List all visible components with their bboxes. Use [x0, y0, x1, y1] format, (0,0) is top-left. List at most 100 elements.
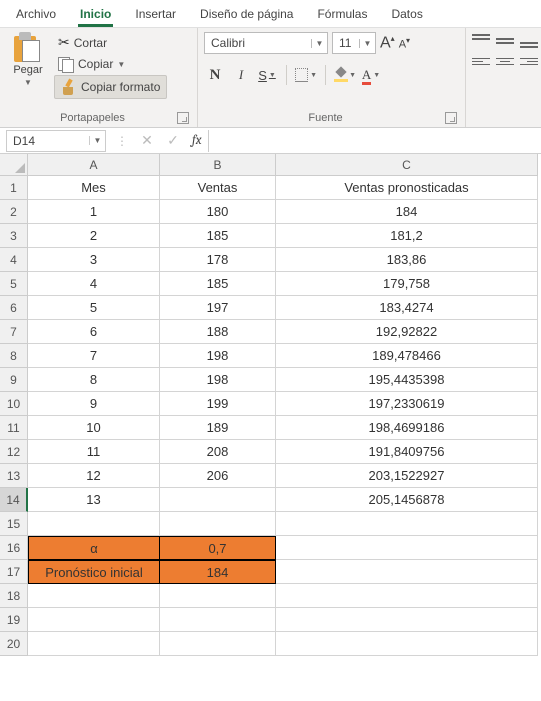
- accept-formula-button[interactable]: ✓: [160, 132, 186, 149]
- row-header[interactable]: 14: [0, 488, 28, 512]
- row-header[interactable]: 11: [0, 416, 28, 440]
- cell[interactable]: 198: [160, 368, 276, 392]
- menu-diseno-pagina[interactable]: Diseño de página: [188, 2, 305, 26]
- cell[interactable]: 183,4274: [276, 296, 538, 320]
- cell[interactable]: 5: [28, 296, 160, 320]
- menu-datos[interactable]: Datos: [379, 2, 428, 26]
- cell[interactable]: 181,2: [276, 224, 538, 248]
- cell[interactable]: 185: [160, 272, 276, 296]
- cell[interactable]: Pronóstico inicial: [28, 560, 160, 584]
- row-header[interactable]: 5: [0, 272, 28, 296]
- align-top-button[interactable]: [472, 34, 490, 48]
- align-right-button[interactable]: [520, 54, 538, 68]
- cell[interactable]: 184: [160, 560, 276, 584]
- cell[interactable]: [160, 488, 276, 512]
- row-header[interactable]: 4: [0, 248, 28, 272]
- cell[interactable]: 9: [28, 392, 160, 416]
- align-bottom-button[interactable]: [520, 34, 538, 48]
- cell[interactable]: [276, 632, 538, 656]
- cell[interactable]: [276, 608, 538, 632]
- row-header[interactable]: 3: [0, 224, 28, 248]
- clipboard-launcher[interactable]: [177, 112, 189, 124]
- font-color-button[interactable]: A▼: [360, 64, 382, 86]
- font-name-select[interactable]: Calibri ▼: [204, 32, 328, 54]
- cell[interactable]: 1: [28, 200, 160, 224]
- align-left-button[interactable]: [472, 54, 490, 68]
- col-header-A[interactable]: A: [28, 154, 160, 176]
- border-button[interactable]: ▼: [295, 64, 317, 86]
- cell[interactable]: 178: [160, 248, 276, 272]
- row-header[interactable]: 13: [0, 464, 28, 488]
- menu-archivo[interactable]: Archivo: [4, 2, 68, 26]
- cell[interactable]: [160, 584, 276, 608]
- cell[interactable]: 208: [160, 440, 276, 464]
- select-all-corner[interactable]: [0, 154, 28, 176]
- cut-button[interactable]: ✂ Cortar: [54, 32, 167, 53]
- cell[interactable]: 10: [28, 416, 160, 440]
- bold-button[interactable]: N: [204, 64, 226, 86]
- col-header-B[interactable]: B: [160, 154, 276, 176]
- paste-button[interactable]: Pegar ▼: [6, 32, 50, 109]
- cell[interactable]: 197: [160, 296, 276, 320]
- cell[interactable]: Ventas: [160, 176, 276, 200]
- cell[interactable]: [160, 632, 276, 656]
- row-header[interactable]: 12: [0, 440, 28, 464]
- row-header[interactable]: 7: [0, 320, 28, 344]
- row-header[interactable]: 10: [0, 392, 28, 416]
- align-center-button[interactable]: [496, 54, 514, 68]
- cell[interactable]: [276, 584, 538, 608]
- menu-inicio[interactable]: Inicio: [68, 2, 123, 26]
- row-header[interactable]: 18: [0, 584, 28, 608]
- cell[interactable]: 6: [28, 320, 160, 344]
- cell[interactable]: [276, 560, 538, 584]
- align-middle-button[interactable]: [496, 34, 514, 48]
- copy-dropdown[interactable]: ▼: [117, 60, 125, 69]
- cell[interactable]: 8: [28, 368, 160, 392]
- cell[interactable]: [160, 608, 276, 632]
- font-size-caret[interactable]: ▼: [359, 39, 375, 48]
- row-header[interactable]: 9: [0, 368, 28, 392]
- cell[interactable]: [28, 608, 160, 632]
- copy-button[interactable]: Copiar ▼: [54, 55, 167, 73]
- cell[interactable]: [276, 536, 538, 560]
- decrease-font-button[interactable]: A▾: [399, 36, 410, 51]
- cell[interactable]: 203,1522927: [276, 464, 538, 488]
- cell[interactable]: [28, 512, 160, 536]
- cell[interactable]: α: [28, 536, 160, 560]
- cell[interactable]: 188: [160, 320, 276, 344]
- row-header[interactable]: 16: [0, 536, 28, 560]
- cell[interactable]: 2: [28, 224, 160, 248]
- name-box-caret[interactable]: ▼: [89, 136, 105, 145]
- cell[interactable]: 199: [160, 392, 276, 416]
- cell[interactable]: 4: [28, 272, 160, 296]
- fill-color-button[interactable]: ▼: [334, 64, 356, 86]
- cell[interactable]: 12: [28, 464, 160, 488]
- cell[interactable]: Mes: [28, 176, 160, 200]
- underline-button[interactable]: S▼: [256, 64, 278, 86]
- row-header[interactable]: 15: [0, 512, 28, 536]
- cell[interactable]: [28, 632, 160, 656]
- cell[interactable]: 195,4435398: [276, 368, 538, 392]
- paste-dropdown[interactable]: ▼: [24, 78, 32, 87]
- insert-function-button[interactable]: fx: [186, 133, 208, 148]
- cell[interactable]: 185: [160, 224, 276, 248]
- cell[interactable]: 184: [276, 200, 538, 224]
- row-header[interactable]: 17: [0, 560, 28, 584]
- italic-button[interactable]: I: [230, 64, 252, 86]
- cell[interactable]: [276, 512, 538, 536]
- cell[interactable]: 191,8409756: [276, 440, 538, 464]
- font-name-caret[interactable]: ▼: [311, 39, 327, 48]
- cell[interactable]: 192,92822: [276, 320, 538, 344]
- name-box[interactable]: D14 ▼: [6, 130, 106, 152]
- menu-formulas[interactable]: Fórmulas: [305, 2, 379, 26]
- row-header[interactable]: 6: [0, 296, 28, 320]
- col-header-C[interactable]: C: [276, 154, 538, 176]
- increase-font-button[interactable]: A▴: [380, 34, 395, 52]
- cell[interactable]: 189,478466: [276, 344, 538, 368]
- cell[interactable]: 183,86: [276, 248, 538, 272]
- cell[interactable]: 198,4699186: [276, 416, 538, 440]
- cell[interactable]: [28, 584, 160, 608]
- cell[interactable]: 11: [28, 440, 160, 464]
- cancel-formula-button[interactable]: ✕: [134, 132, 160, 149]
- formula-input[interactable]: [208, 130, 541, 152]
